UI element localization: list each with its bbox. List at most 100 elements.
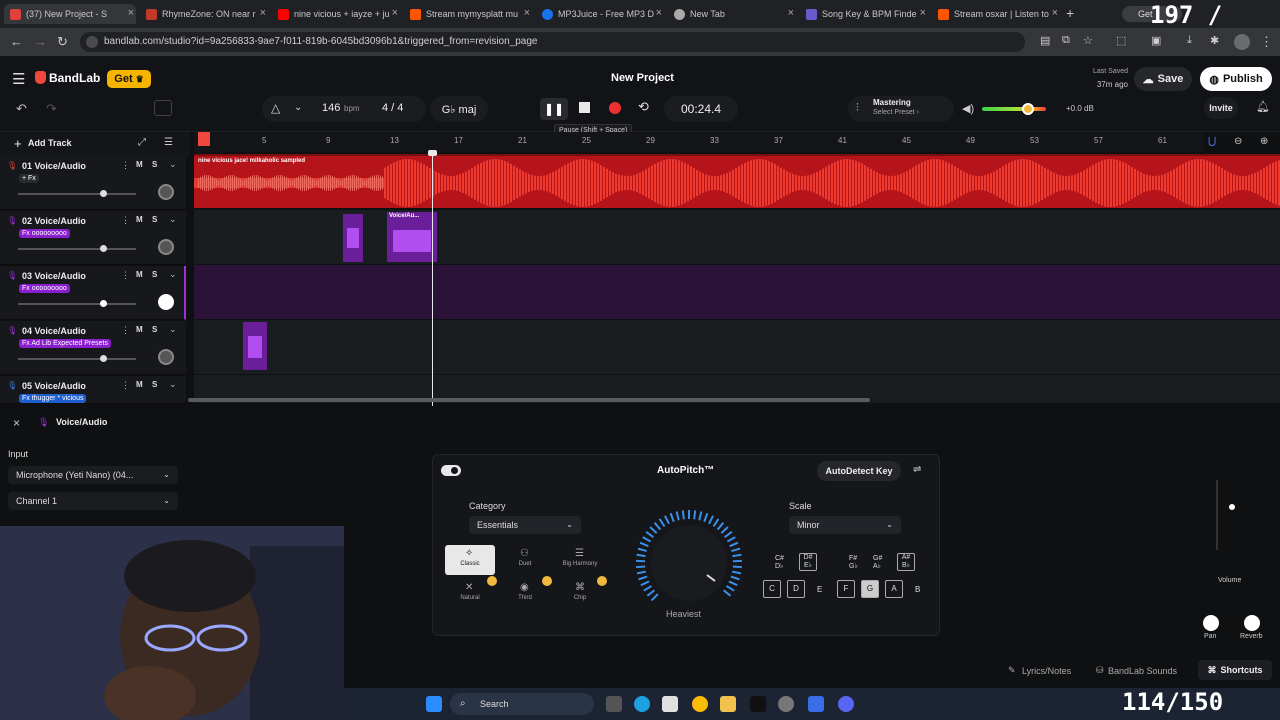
master-volume-thumb[interactable] (1022, 103, 1035, 115)
download-icon[interactable]: ⤓ (1187, 34, 1192, 47)
tab-new-tab[interactable]: New Tab × (668, 4, 796, 24)
pan-knob[interactable] (1203, 615, 1219, 631)
mute-button[interactable]: M (136, 215, 143, 224)
tab-mp3juice[interactable]: MP3Juice - Free MP3 D × (536, 4, 664, 24)
loop-icon[interactable]: ⟲ (638, 99, 649, 115)
track-name[interactable]: 04 Voice/Audio (22, 326, 86, 336)
track-volume-slider[interactable] (18, 355, 136, 362)
close-tab-icon[interactable]: × (128, 7, 134, 19)
tab-new-project[interactable]: (37) New Project - S × (4, 4, 136, 24)
track-pan-knob[interactable] (158, 349, 174, 365)
tab-soundcloud-2[interactable]: Stream osxar | Listen to × (932, 4, 1060, 24)
lyrics-notes-link[interactable]: Lyrics/Notes (1022, 666, 1071, 676)
chrome-icon[interactable] (692, 696, 708, 712)
chevron-down-icon[interactable]: ⌄ (169, 269, 177, 280)
snap-magnet-icon[interactable]: ⋃ (1208, 136, 1216, 147)
track-lane-4[interactable] (194, 320, 1280, 374)
app-icon[interactable] (808, 696, 824, 712)
mode-natural[interactable]: ✕ Natural (445, 576, 497, 609)
publish-button[interactable]: ◍ Publish (1200, 67, 1272, 91)
solo-button[interactable]: S (152, 160, 157, 169)
track-fx-badge[interactable]: + Fx (19, 174, 39, 183)
windows-start-icon[interactable] (426, 696, 442, 712)
track-header-4[interactable]: 🎙︎ 04 Voice/Audio Fx Ad Lib Expected Pre… (0, 321, 186, 375)
key-a-sharp[interactable]: A# B♭ (897, 553, 915, 571)
track-fx-badge[interactable]: Fx ooooooooo (19, 284, 70, 293)
bandlab-sounds-link[interactable]: BandLab Sounds (1108, 666, 1177, 676)
track-volume-slider[interactable] (18, 190, 136, 197)
autodetect-key-button[interactable]: AutoDetect Key (817, 461, 901, 481)
channel-select[interactable]: Channel 1 ⌄ (8, 492, 178, 510)
invite-button[interactable]: Invite (1204, 97, 1238, 119)
url-field[interactable]: bandlab.com/studio?id=9a256833-9ae7-f011… (80, 32, 1025, 52)
get-membership-button[interactable]: Get ♛ (107, 70, 151, 88)
key-g-sharp[interactable]: G# A♭ (873, 555, 882, 571)
close-tab-icon[interactable]: × (260, 7, 266, 19)
track-pan-knob[interactable] (158, 294, 174, 310)
speaker-icon[interactable]: ◀) (962, 102, 974, 115)
track-options-icon[interactable]: ⋮ (121, 325, 130, 336)
timeline-ruler[interactable]: 15913172125293337414549535761 (194, 132, 1204, 152)
mute-button[interactable]: M (136, 325, 143, 334)
notification-bell-icon[interactable]: 🔔︎ (1256, 100, 1270, 113)
tiktok-icon[interactable] (750, 696, 766, 712)
chevron-down-icon[interactable]: ⌄ (169, 324, 177, 335)
solo-button[interactable]: S (152, 325, 157, 334)
key-c[interactable]: C (763, 580, 781, 598)
chevron-down-icon[interactable]: ⌄ (169, 214, 177, 225)
pause-button[interactable]: ❚❚ (540, 98, 568, 120)
track-name[interactable]: 03 Voice/Audio (22, 271, 86, 281)
loop-start-marker[interactable] (198, 132, 210, 146)
track-fx-badge[interactable]: Fx ooooooooo (19, 229, 70, 238)
project-title[interactable]: New Project (611, 72, 674, 84)
mixer-view-icon[interactable] (154, 100, 172, 116)
autopitch-toggle[interactable] (441, 465, 461, 476)
close-tab-icon[interactable]: × (656, 7, 662, 19)
track-options-icon[interactable]: ⋮ (121, 160, 130, 171)
close-panel-icon[interactable]: × (13, 416, 20, 430)
reading-mode-icon[interactable]: ▤ (1040, 34, 1050, 47)
audio-clip-track-2b[interactable]: Voice/Au... (387, 212, 437, 262)
mute-button[interactable]: M (136, 160, 143, 169)
taskbar-search[interactable]: ⌕ Search (450, 693, 594, 715)
input-device-select[interactable]: Microphone (Yeti Nano) (04... ⌄ (8, 466, 178, 484)
track-header-1[interactable]: 🎙︎ 01 Voice/Audio + Fx ⋮ M S ⌄ (0, 156, 186, 210)
solo-button[interactable]: S (152, 270, 157, 279)
track-volume-thumb[interactable] (1229, 504, 1235, 510)
audio-clip-track-1[interactable]: nine vicious jace! milkaholic sampled (194, 156, 1280, 208)
edge-icon[interactable] (634, 696, 650, 712)
mute-button[interactable]: M (136, 380, 143, 389)
mode-duet[interactable]: ⚇ Duet (500, 545, 550, 575)
zoom-out-icon[interactable]: ⊖ (1234, 136, 1242, 147)
zoom-in-icon[interactable]: ⊕ (1260, 136, 1268, 147)
key-g[interactable]: G (861, 580, 879, 598)
mode-third[interactable]: ◉ Third (500, 576, 552, 609)
store-icon[interactable] (662, 696, 678, 712)
volume-thumb[interactable] (99, 355, 107, 362)
close-tab-icon[interactable]: × (788, 7, 794, 19)
key-e[interactable]: E (817, 585, 822, 594)
track-settings-icon[interactable]: ☰ (164, 137, 173, 148)
site-info-icon[interactable] (86, 36, 98, 48)
category-select[interactable]: Essentials ⌄ (469, 516, 581, 534)
track-volume-slider[interactable] (18, 245, 136, 252)
tab-rhymezone[interactable]: RhymeZone: ON near r × (140, 4, 268, 24)
discord-icon[interactable] (838, 696, 854, 712)
close-tab-icon[interactable]: × (524, 7, 530, 19)
solo-button[interactable]: S (152, 215, 157, 224)
stop-button[interactable] (579, 102, 590, 113)
track-name[interactable]: 02 Voice/Audio (22, 216, 86, 226)
undo-icon[interactable]: ↶ (16, 101, 27, 117)
track-header-2[interactable]: 🎙︎ 02 Voice/Audio Fx ooooooooo ⋮ M S ⌄ (0, 211, 186, 265)
solo-button[interactable]: S (152, 380, 157, 389)
mode-big-harmony[interactable]: ☰ Big Harmony (555, 545, 605, 575)
extension-puzzle-icon[interactable]: ✱ (1210, 34, 1219, 47)
hamburger-menu-icon[interactable]: ☰ (12, 70, 25, 88)
horizontal-scrollbar[interactable] (188, 398, 870, 402)
scale-select[interactable]: Minor ⌄ (789, 516, 901, 534)
tab-soundcloud-1[interactable]: Stream mymysplatt mu × (404, 4, 532, 24)
close-tab-icon[interactable]: × (392, 7, 398, 19)
key-b[interactable]: B (915, 585, 920, 594)
track-name[interactable]: 01 Voice/Audio (22, 161, 86, 171)
mode-chip[interactable]: ⌘ Chip (555, 576, 607, 609)
